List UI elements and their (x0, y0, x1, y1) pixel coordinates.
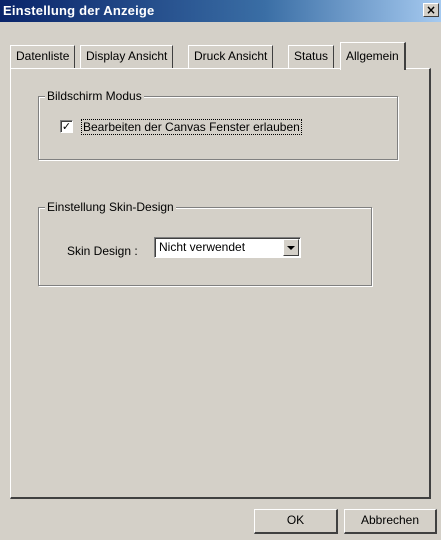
tab-status[interactable]: Status (288, 45, 335, 68)
canvas-edit-checkbox[interactable]: ✓ (60, 120, 73, 133)
tab-datenliste[interactable]: Datenliste (10, 45, 76, 68)
canvas-edit-label[interactable]: Bearbeiten der Canvas Fenster erlauben (81, 119, 302, 135)
title-bar: Einstellung der Anzeige × (0, 0, 441, 22)
tab-display-ansicht[interactable]: Display Ansicht (80, 45, 174, 68)
tab-panel-allgemein: Bildschirm Modus ✓ Bearbeiten der Canvas… (10, 68, 431, 499)
screen-mode-legend: Bildschirm Modus (45, 89, 144, 103)
chevron-down-icon[interactable] (283, 239, 299, 256)
screen-mode-group: Bildschirm Modus ✓ Bearbeiten der Canvas… (38, 89, 398, 160)
close-icon[interactable]: × (423, 3, 439, 17)
skin-design-group: Einstellung Skin-Design Skin Design : Ni… (38, 200, 372, 286)
ok-button[interactable]: OK (254, 509, 338, 534)
tab-allgemein[interactable]: Allgemein (340, 42, 406, 70)
skin-design-legend: Einstellung Skin-Design (45, 200, 176, 214)
skin-design-select[interactable]: Nicht verwendet (154, 237, 301, 258)
tab-druck-ansicht[interactable]: Druck Ansicht (188, 45, 274, 68)
window-title: Einstellung der Anzeige (3, 3, 155, 18)
cancel-button[interactable]: Abbrechen (344, 509, 437, 534)
skin-design-label: Skin Design : (67, 244, 138, 258)
skin-design-selected-value: Nicht verwendet (159, 240, 246, 254)
